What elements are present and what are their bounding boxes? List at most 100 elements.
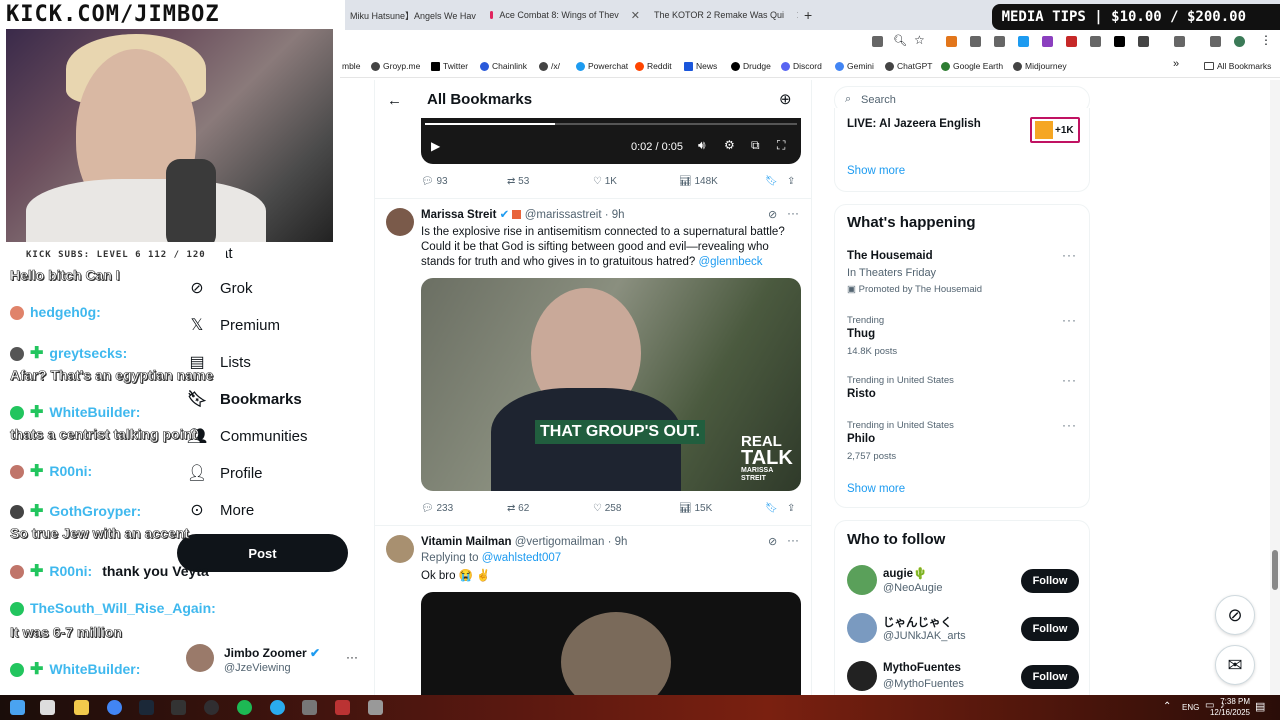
trend-title[interactable]: Philo: [847, 433, 875, 445]
obs-icon[interactable]: [204, 700, 219, 715]
trend-title[interactable]: Risto: [847, 388, 876, 400]
shield-icon[interactable]: [970, 36, 981, 47]
bookmark-item[interactable]: Groyp.me: [371, 61, 420, 71]
browser-tab[interactable]: The KOTOR 2 Remake Was Qui ✕: [648, 4, 798, 26]
browser-tab[interactable]: Miku Hatsune】Angels We Hav ✕: [350, 4, 485, 26]
avatar[interactable]: [847, 661, 877, 691]
author-handle[interactable]: @marissastreit: [525, 209, 602, 221]
zoom-icon[interactable]: 🔍︎: [893, 34, 907, 47]
bookmark-icon[interactable]: 🔖︎: [765, 503, 778, 514]
bookmark-item[interactable]: News: [684, 61, 717, 71]
mention-link[interactable]: @glennbeck: [698, 256, 762, 268]
follow-button[interactable]: Follow: [1021, 617, 1079, 641]
like-button[interactable]: ♡ 258: [593, 503, 621, 514]
bookmark-item[interactable]: Discord: [781, 61, 822, 71]
video-player[interactable]: ▶ 0:02 / 0:05 🔊︎ ⚙ ⧉ ⛶: [421, 118, 801, 164]
sidebar-icon[interactable]: [1174, 36, 1185, 47]
grok-icon[interactable]: ⊘: [768, 208, 777, 221]
more-options-icon[interactable]: ···: [787, 206, 799, 220]
bookmark-item[interactable]: Midjourney: [1013, 61, 1067, 71]
new-tab-button[interactable]: +: [804, 4, 820, 26]
video-progress-track[interactable]: [425, 123, 797, 125]
show-more-link[interactable]: Show more: [847, 483, 905, 495]
star-icon[interactable]: ☆: [914, 33, 925, 47]
nav-item-bookmarks[interactable]: 🔖︎ Bookmarks: [187, 390, 302, 409]
nav-item-premium[interactable]: 𝕏 Premium: [188, 316, 280, 335]
bookmark-item[interactable]: Reddit: [635, 61, 672, 71]
more-options-icon[interactable]: ···: [1062, 248, 1077, 262]
follow-button[interactable]: Follow: [1021, 665, 1079, 689]
puzzle-icon[interactable]: [1138, 36, 1149, 47]
author-name[interactable]: Marissa Streit: [421, 209, 496, 221]
author-handle[interactable]: @vertigomailman: [515, 536, 605, 548]
repost-button[interactable]: ⇄ 62: [507, 503, 529, 514]
more-bookmarks-icon[interactable]: »: [1173, 58, 1179, 70]
bookmark-icon[interactable]: 🔖︎: [765, 176, 778, 187]
follow-button[interactable]: Follow: [1021, 569, 1079, 593]
live-badge[interactable]: +1K: [1030, 117, 1080, 143]
tweet-video[interactable]: THAT GROUP'S OUT. REAL TALK MARISSA STRE…: [421, 278, 801, 491]
chrome-icon[interactable]: [107, 700, 122, 715]
app-icon[interactable]: [171, 700, 186, 715]
telegram-icon[interactable]: [270, 700, 285, 715]
extension-icon[interactable]: [1066, 36, 1077, 47]
downloads-icon[interactable]: [1210, 36, 1221, 47]
extension-icon[interactable]: [1042, 36, 1053, 47]
app-icon[interactable]: [368, 700, 383, 715]
close-icon[interactable]: ✕: [796, 9, 798, 22]
bookmark-item[interactable]: Twitter: [431, 61, 468, 71]
share-icon[interactable]: ⇪: [787, 176, 795, 187]
views-button[interactable]: 📊︎ 15K: [679, 503, 712, 514]
settings-icon[interactable]: ⚙: [724, 138, 735, 152]
extension-icon[interactable]: [994, 36, 1005, 47]
nav-item-profile[interactable]: 👤︎ Profile: [187, 464, 263, 483]
browser-tab[interactable]: Ace Combat 8: Wings of Thev ✕: [490, 4, 640, 26]
profile-avatar-icon[interactable]: [1234, 36, 1245, 47]
pip-icon[interactable]: ⧉: [751, 138, 760, 153]
grok-icon[interactable]: ⊘: [1215, 595, 1255, 635]
kebab-menu-icon[interactable]: ⋮: [1260, 33, 1272, 47]
bookmark-item[interactable]: ChatGPT: [885, 61, 932, 71]
avatar[interactable]: [386, 535, 414, 563]
scrollbar-thumb[interactable]: [1272, 550, 1278, 590]
views-button[interactable]: 📊︎ 148K: [679, 176, 718, 187]
messages-icon[interactable]: ✉: [1215, 645, 1255, 685]
windows-start-icon[interactable]: [10, 700, 25, 715]
extension-icon[interactable]: [1018, 36, 1029, 47]
more-options-icon[interactable]: ···: [1062, 313, 1077, 327]
tweet-time[interactable]: · 9h: [605, 209, 625, 221]
tweet-time[interactable]: · 9h: [608, 536, 628, 548]
file-explorer-icon[interactable]: [74, 700, 89, 715]
trend-title[interactable]: The Housemaid: [847, 250, 933, 262]
reply-button[interactable]: 💬︎ 233: [421, 503, 453, 514]
bookmark-item[interactable]: Drudge: [731, 61, 771, 71]
avatar[interactable]: [847, 613, 877, 643]
bookmark-item[interactable]: Gemini: [835, 61, 874, 71]
spotify-icon[interactable]: [237, 700, 252, 715]
notification-icon[interactable]: ▤: [1255, 700, 1265, 713]
app-icon[interactable]: [335, 700, 350, 715]
nav-item-more[interactable]: ⊙ More: [188, 501, 254, 520]
grok-icon[interactable]: ⊘: [768, 535, 777, 548]
user-name[interactable]: じゃんじゃく: [883, 614, 952, 630]
mention-link[interactable]: @wahlstedt007: [482, 552, 561, 564]
all-bookmarks-folder[interactable]: All Bookmarks: [1204, 61, 1271, 71]
nav-item-communities[interactable]: 👥︎ Communities: [187, 427, 308, 446]
fullscreen-icon[interactable]: ⛶: [777, 138, 785, 153]
bookmark-item[interactable]: Google Earth: [941, 61, 1003, 71]
app-icon[interactable]: [302, 700, 317, 715]
volume-icon[interactable]: 🔊︎: [698, 138, 706, 153]
share-icon[interactable]: ⇪: [787, 503, 795, 514]
tweet-video[interactable]: [421, 592, 801, 695]
nav-item-grok[interactable]: ⊘ Grok: [188, 279, 252, 298]
live-title[interactable]: LIVE: Al Jazeera English: [847, 118, 981, 130]
taskbar-clock[interactable]: 7:38 PM 12/16/2025: [1195, 696, 1250, 718]
bookmark-item[interactable]: Chainlink: [480, 61, 527, 71]
more-options-icon[interactable]: ···: [1062, 418, 1077, 432]
user-name[interactable]: augie🌵: [883, 566, 927, 580]
account-switcher[interactable]: Jimbo Zoomer ✔ @JzeViewing ···: [186, 644, 361, 680]
x-logo-icon[interactable]: [1114, 36, 1125, 47]
avatar[interactable]: [386, 208, 414, 236]
more-options-icon[interactable]: ···: [787, 533, 799, 547]
like-button[interactable]: ♡ 1K: [593, 176, 617, 187]
